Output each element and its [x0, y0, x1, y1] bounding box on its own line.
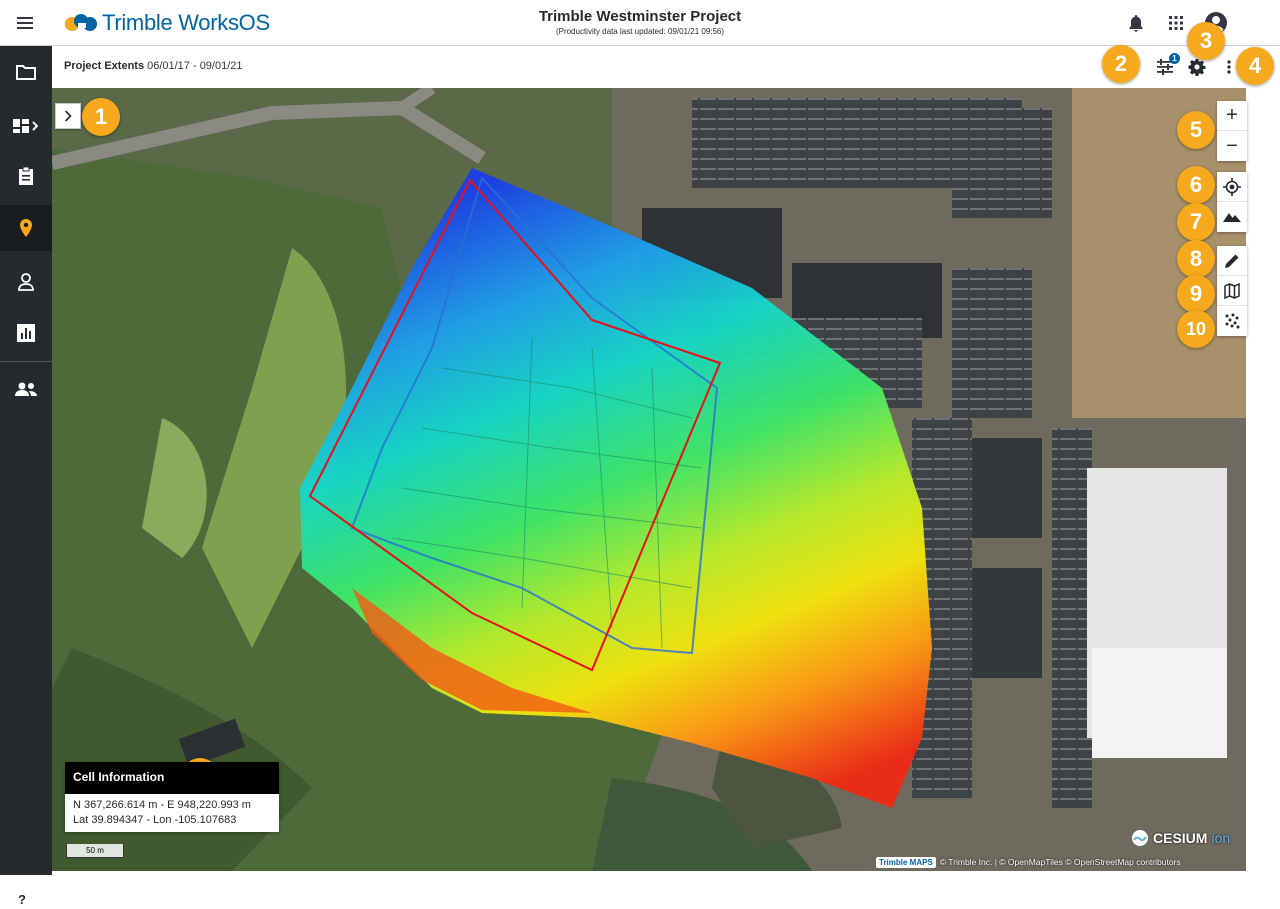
cell-information-panel: Cell Information N 367,266.614 m - E 948… [65, 762, 279, 832]
map-right-margin [1246, 88, 1280, 871]
locate-control [1217, 172, 1247, 232]
callout-8: 8 [1177, 240, 1215, 278]
map-tools [1217, 246, 1247, 336]
locate-button[interactable] [1217, 172, 1247, 202]
sidebar-item-tasks[interactable] [0, 153, 52, 199]
sidebar-divider [0, 361, 52, 362]
dashboard-icon [13, 119, 39, 133]
draw-button[interactable] [1217, 246, 1247, 276]
callout-7: 7 [1177, 203, 1215, 241]
folder-icon [16, 65, 36, 80]
callout-5: 5 [1177, 111, 1215, 149]
callout-10: 10 [1177, 310, 1215, 348]
zoom-controls: + − [1217, 101, 1247, 161]
map-layers-icon [1224, 282, 1240, 299]
cell-info-latlon: Lat 39.894347 - Lon -105.107683 [73, 814, 237, 826]
sidebar-item-reports[interactable] [0, 310, 52, 356]
points-button[interactable] [1217, 306, 1247, 336]
trimble-globe-icon [65, 14, 97, 31]
top-bar: Trimble WorksOS Trimble Westminster Proj… [0, 0, 1280, 46]
logo-text: Trimble WorksOS [102, 10, 270, 35]
callout-3: 3 [1187, 22, 1225, 60]
cell-info-title: Cell Information [65, 762, 279, 794]
expand-panel-button[interactable] [55, 103, 81, 129]
project-extents: Project Extents 06/01/17 - 09/01/21 [64, 60, 243, 72]
sidebar-item-people[interactable] [0, 259, 52, 305]
callout-9: 9 [1177, 275, 1215, 313]
zoom-out-button[interactable]: − [1217, 131, 1247, 161]
clipboard-icon [19, 166, 33, 185]
cesium-ion-logo[interactable]: CESIUM ion [1131, 829, 1230, 847]
filter-count-badge: 1 [1169, 53, 1180, 64]
team-icon [15, 382, 37, 396]
bell-icon[interactable] [1124, 11, 1148, 35]
cesium-name: CESIUM [1153, 830, 1208, 846]
menu-icon[interactable] [14, 12, 36, 34]
callout-1: 1 [82, 98, 120, 136]
map-pin-icon [20, 219, 32, 237]
filter-button[interactable]: 1 [1154, 53, 1180, 78]
points-scatter-icon [1225, 313, 1240, 329]
callout-6: 6 [1177, 166, 1215, 204]
report-chart-icon [17, 324, 35, 342]
map-attribution: Trimble MAPS © Trimble Inc. | © OpenMapT… [876, 855, 1181, 869]
sidebar-item-map[interactable] [0, 205, 52, 251]
chevron-right-icon [64, 110, 72, 122]
trimble-maps-badge[interactable]: Trimble MAPS [876, 856, 936, 868]
aerial-map-image [52, 88, 1246, 871]
cesium-ion-suffix: ion [1211, 830, 1231, 846]
help-icon[interactable]: ? [13, 891, 31, 909]
cesium-logo-icon [1132, 830, 1148, 846]
zoom-in-button[interactable]: + [1217, 101, 1247, 131]
map-layers-button[interactable] [1217, 276, 1247, 306]
left-sidebar: ? [0, 46, 52, 909]
apps-grid-icon[interactable] [1164, 11, 1188, 35]
sidebar-item-dashboard[interactable] [0, 103, 52, 149]
callout-2: 2 [1102, 45, 1140, 83]
trimble-logo[interactable]: Trimble WorksOS [64, 10, 270, 36]
pencil-icon [1225, 254, 1239, 268]
map-bottom-margin [52, 871, 1280, 875]
terrain-button[interactable] [1217, 202, 1247, 232]
sidebar-item-team[interactable] [0, 366, 52, 412]
callout-4: 4 [1236, 47, 1274, 85]
attribution-text[interactable]: © Trimble Inc. | © OpenMapTiles © OpenSt… [940, 857, 1181, 867]
sidebar-item-projects[interactable] [0, 49, 52, 95]
terrain-icon [1223, 213, 1241, 222]
project-extents-bar: Project Extents 06/01/17 - 09/01/21 1 [52, 46, 1280, 88]
locate-icon [1223, 177, 1241, 196]
gear-icon [1188, 59, 1206, 76]
person-icon [18, 273, 34, 291]
extents-label: Project Extents [64, 60, 145, 72]
map-view[interactable] [52, 88, 1246, 871]
more-vertical-icon [1227, 60, 1231, 74]
cell-info-coords: N 367,266.614 m - E 948,220.993 m [73, 799, 251, 811]
extents-dates: 06/01/17 - 09/01/21 [147, 60, 243, 72]
map-scale-bar: 50 m [66, 844, 124, 858]
